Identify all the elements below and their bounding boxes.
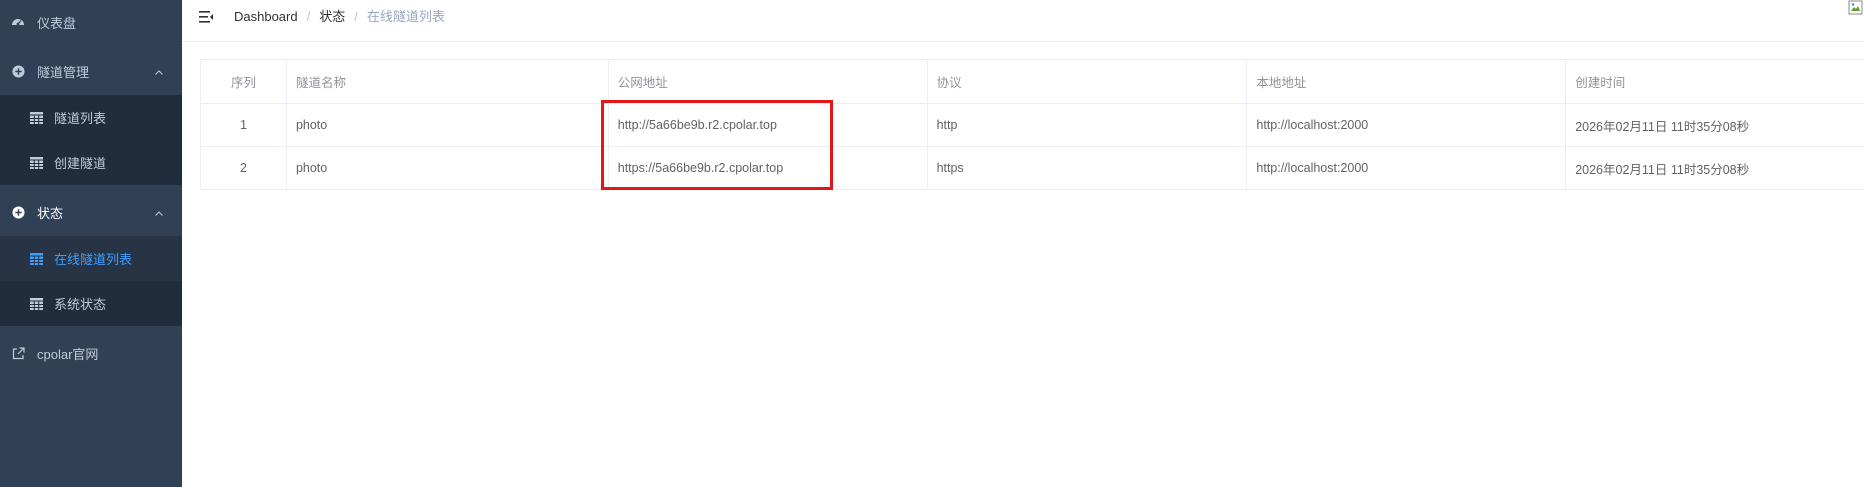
sidebar-item-system-status[interactable]: 系统状态	[0, 281, 182, 326]
cell-created-time: 2026年02月11日 11时35分08秒	[1575, 119, 1750, 134]
grid-icon	[29, 111, 43, 125]
sidebar-item-create-tunnel[interactable]: 创建隧道	[0, 140, 182, 185]
broken-image-icon[interactable]	[1848, 0, 1864, 16]
breadcrumb-separator: /	[354, 9, 358, 24]
cell-local-address: http://localhost:2000	[1247, 147, 1567, 189]
sidebar-item-label: 隧道列表	[54, 111, 107, 126]
cell-created-time: 2026年02月11日 11时35分08秒	[1575, 162, 1750, 177]
sidebar-item-label: 状态	[37, 205, 64, 221]
table-row: 1 photo http://5a66be9b.r2.cpolar.top ht…	[201, 104, 1864, 147]
cell-local-address: http://localhost:2000	[1247, 104, 1567, 146]
sidebar-item-label: 系统状态	[54, 297, 107, 312]
cell-index: 2	[201, 147, 287, 189]
breadcrumb-item-dashboard[interactable]: Dashboard	[234, 9, 298, 25]
breadcrumb-separator: /	[306, 9, 311, 24]
chevron-up-icon	[154, 207, 164, 217]
sidebar-item-cpolar-website[interactable]: cpolar官网	[0, 331, 182, 375]
cell-index: 1	[201, 104, 287, 146]
breadcrumb: Dashboard / 状态 / 在线隧道列表	[234, 9, 445, 25]
column-header-public-url: 公网地址	[609, 60, 928, 103]
sidebar-item-online-tunnels[interactable]: 在线隧道列表	[0, 236, 182, 281]
grid-icon	[29, 297, 43, 311]
dashboard-icon	[11, 15, 25, 29]
sidebar-item-status[interactable]: 状态	[0, 190, 182, 234]
external-link-icon	[11, 346, 25, 360]
column-header-local-address: 本地地址	[1247, 60, 1567, 103]
highlight-box	[601, 100, 833, 190]
sidebar-item-label: 仪表盘	[37, 15, 77, 31]
sidebar-item-tunnel-management[interactable]: 隧道管理	[0, 49, 182, 93]
cell-protocol: https	[928, 147, 1248, 189]
cell-tunnel-name: photo	[287, 104, 609, 146]
tunnel-table: 序列 隧道名称 公网地址 协议 本地地址 创建时间 1 photo http:/…	[200, 59, 1864, 190]
column-header-protocol: 协议	[928, 60, 1248, 103]
chevron-up-icon	[154, 66, 164, 76]
navbar: Dashboard / 状态 / 在线隧道列表	[182, 0, 1864, 42]
sidebar-item-label: 在线隧道列表	[54, 252, 133, 267]
sidebar-item-label: 创建隧道	[54, 156, 107, 171]
grid-icon	[29, 156, 43, 170]
breadcrumb-item-status: 状态	[319, 9, 346, 24]
sidebar-item-dashboard[interactable]: 仪表盘	[0, 0, 182, 44]
cell-tunnel-name: photo	[287, 147, 609, 189]
hamburger-icon[interactable]	[198, 9, 214, 25]
table-row: 2 photo https://5a66be9b.r2.cpolar.top h…	[201, 147, 1864, 190]
plus-circle-icon	[11, 64, 25, 78]
sidebar-item-label: 隧道管理	[37, 64, 90, 80]
column-header-index: 序列	[201, 60, 287, 103]
table-header-row: 序列 隧道名称 公网地址 协议 本地地址 创建时间	[201, 60, 1864, 104]
sidebar-item-label: cpolar官网	[37, 346, 99, 362]
column-header-created-time: 创建时间	[1575, 76, 1626, 90]
grid-icon	[29, 252, 43, 266]
column-header-tunnel-name: 隧道名称	[287, 60, 609, 103]
cell-protocol: http	[928, 104, 1248, 146]
breadcrumb-item-current: 在线隧道列表	[366, 9, 445, 24]
sidebar-item-tunnel-list[interactable]: 隧道列表	[0, 95, 182, 140]
sidebar: 仪表盘 隧道管理 隧道列表 创建隧道 状态 在线隧道列表 系统状态 cpolar…	[0, 0, 182, 487]
plus-circle-icon	[11, 205, 25, 219]
